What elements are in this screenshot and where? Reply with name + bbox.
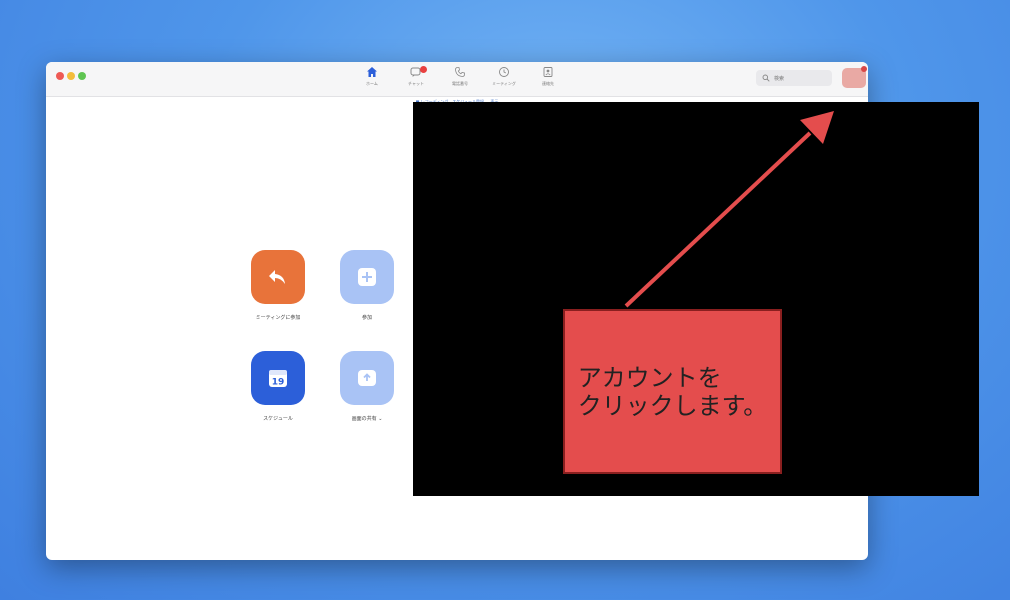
maximize-window-button[interactable] [78,72,86,80]
tab-home-label: ホーム [366,81,378,86]
join-action[interactable]: 参加 [327,250,407,321]
schedule-label: スケジュール [263,416,293,422]
tab-contacts-label: 連絡先 [542,81,554,86]
home-icon [367,67,377,77]
close-window-button[interactable] [56,72,64,80]
tab-phone-label: 電話番号 [452,81,468,86]
join-label: 参加 [361,315,372,321]
share-screen-icon [358,370,376,386]
join-arrow-icon [269,270,285,284]
plus-icon [358,268,376,286]
share-screen-tile[interactable] [340,351,394,405]
account-avatar-button[interactable] [842,66,867,88]
join-meeting-action[interactable]: ミーティングに参加 [238,250,318,321]
join-meeting-label: ミーティングに参加 [255,315,301,321]
tab-meetings-label: ミーティング [492,81,516,86]
title-bar: ホーム チャット 電話番号 ミーティング 連絡先 検索 [46,62,868,97]
tab-contacts[interactable]: 連絡先 [526,66,570,94]
calendar-day-number: 19 [272,378,285,388]
account-status-dot [861,66,867,72]
tab-home[interactable]: ホーム [350,66,394,94]
clock-icon [499,67,509,77]
calendar-icon: 19 [269,370,287,388]
join-meeting-tile[interactable] [251,250,305,304]
schedule-tile[interactable]: 19 [251,351,305,405]
instruction-text: アカウントを クリックします。 [577,363,768,420]
share-screen-label: 画面の共有 ⌄ [351,416,383,422]
join-tile[interactable] [340,250,394,304]
tab-chat[interactable]: チャット [394,66,438,94]
schedule-action[interactable]: 19 スケジュール [238,351,318,422]
search-input[interactable] [772,72,832,86]
instruction-callout: アカウントを クリックします。 [563,309,782,474]
minimize-window-button[interactable] [67,72,75,80]
share-screen-action[interactable]: 画面の共有 ⌄ [327,351,407,422]
tab-chat-label: チャット [408,81,424,86]
search-box[interactable] [756,70,832,86]
tab-meetings[interactable]: ミーティング [482,66,526,94]
phone-icon [455,67,465,77]
tab-phone[interactable]: 電話番号 [438,66,482,94]
search-icon [762,74,770,82]
chat-notification-badge [420,66,427,73]
contacts-icon [543,67,553,77]
